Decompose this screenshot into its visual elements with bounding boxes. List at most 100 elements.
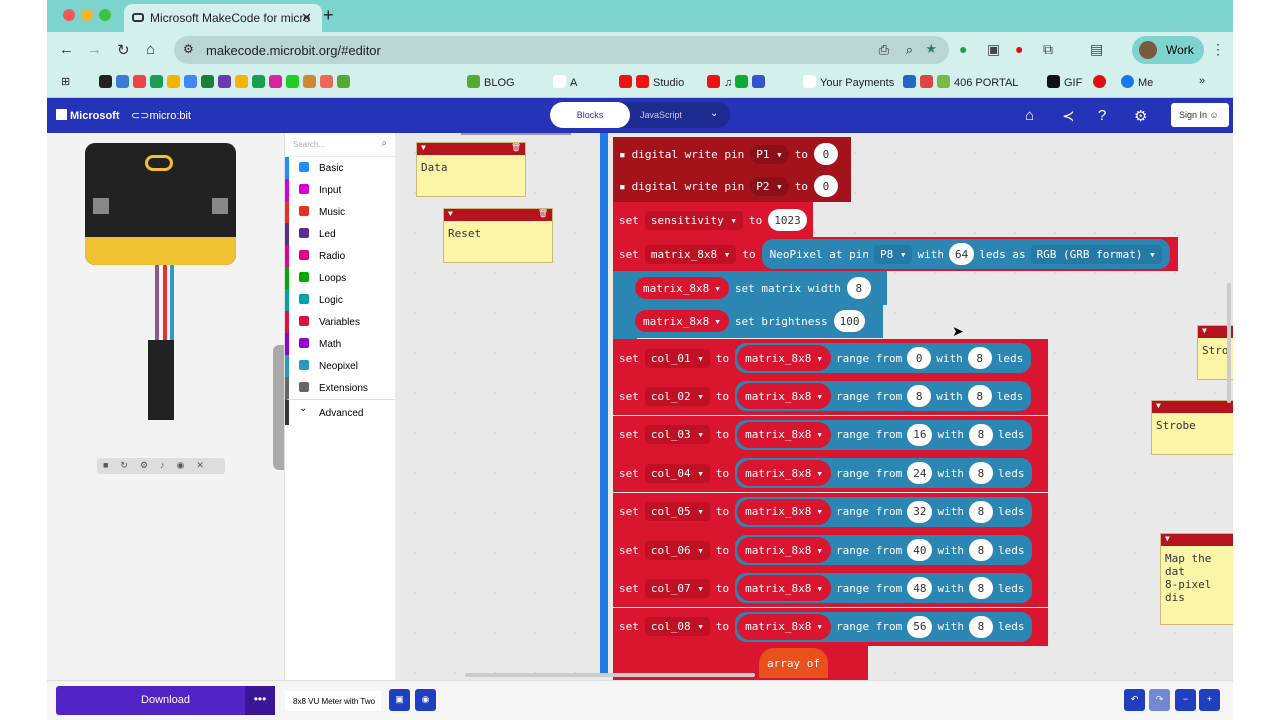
- extension-icon[interactable]: ▣: [987, 41, 1000, 58]
- button-a[interactable]: [93, 198, 109, 214]
- variable-dropdown[interactable]: col_04 ▾: [644, 463, 710, 483]
- help-icon[interactable]: ?: [1098, 107, 1106, 124]
- variable-dropdown[interactable]: matrix_8x8 ▾: [737, 575, 831, 602]
- range-count-input[interactable]: 8: [968, 462, 993, 485]
- simulator-controls[interactable]: ■↻⚙♪◉✕: [97, 458, 225, 474]
- maximize-window-button[interactable]: [99, 9, 111, 21]
- github-button[interactable]: ◉: [415, 689, 436, 711]
- variable-dropdown[interactable]: col_05 ▾: [644, 502, 710, 522]
- range-count-input[interactable]: 8: [968, 577, 993, 600]
- range-block[interactable]: matrix_8x8 ▾ range from 40 with 8 leds: [735, 535, 1033, 565]
- format-dropdown[interactable]: RGB (GRB format) ▾: [1030, 244, 1162, 264]
- set-col_03-block[interactable]: set col_03 ▾ to matrix_8x8 ▾ range from …: [613, 415, 1048, 454]
- set-brightness-block[interactable]: matrix_8x8 ▾ set brightness 100: [629, 304, 883, 338]
- comment-data[interactable]: ▼ 🗑 Data: [416, 142, 526, 197]
- variable-dropdown[interactable]: col_08 ▾: [644, 617, 710, 637]
- value-input[interactable]: 1023: [768, 209, 807, 231]
- range-count-input[interactable]: 8: [968, 615, 993, 638]
- variable-dropdown[interactable]: sensitivity ▾: [644, 210, 743, 230]
- bookmark-studio[interactable]: Studio: [619, 75, 684, 89]
- toolbox-category-radio[interactable]: Radio: [285, 245, 395, 267]
- pin-dropdown[interactable]: P1 ▾: [750, 144, 789, 164]
- variable-dropdown[interactable]: matrix_8x8 ▾: [737, 421, 831, 448]
- range-count-input[interactable]: 8: [968, 539, 993, 561]
- undo-button[interactable]: ↶: [1124, 689, 1145, 711]
- range-start-input[interactable]: 8: [907, 385, 932, 408]
- range-count-input[interactable]: 8: [967, 347, 992, 369]
- toolbox-category-advanced[interactable]: ⌄ Advanced: [285, 399, 395, 425]
- toolbox-category-basic[interactable]: Basic: [285, 157, 395, 179]
- variable-dropdown[interactable]: col_01 ▾: [644, 348, 710, 368]
- pin-dropdown[interactable]: P8 ▾: [873, 244, 913, 264]
- toolbox-category-loops[interactable]: Loops: [285, 267, 395, 289]
- toolbox-category-math[interactable]: Math: [285, 333, 395, 355]
- bookmark-pinterest[interactable]: [1093, 75, 1110, 89]
- variable-dropdown[interactable]: matrix_8x8 ▾: [737, 537, 831, 563]
- variable-dropdown[interactable]: matrix_8x8 ▾: [635, 310, 729, 332]
- redo-button[interactable]: ↷: [1149, 689, 1170, 711]
- reload-button[interactable]: ↻: [117, 41, 130, 59]
- bookmark-your-payments[interactable]: Your Payments: [803, 75, 894, 89]
- set-col_06-block[interactable]: set col_06 ▾ to matrix_8x8 ▾ range from …: [613, 531, 1048, 569]
- range-start-input[interactable]: 32: [907, 500, 933, 523]
- variable-dropdown[interactable]: matrix_8x8 ▾: [737, 613, 831, 640]
- close-tab-icon[interactable]: ✕: [301, 10, 312, 26]
- address-bar[interactable]: ⚙ makecode.microbit.org/#editor ⎙ ⌕ ★: [174, 36, 949, 64]
- bookmark-star-icon[interactable]: ★: [925, 41, 937, 57]
- simulator-collapse-handle[interactable]: [273, 345, 284, 470]
- range-start-input[interactable]: 48: [907, 577, 933, 600]
- variable-dropdown[interactable]: matrix_8x8 ▾: [737, 383, 831, 410]
- vertical-scrollbar[interactable]: [1227, 283, 1231, 403]
- variable-dropdown[interactable]: col_06 ▾: [644, 540, 710, 560]
- site-info-icon[interactable]: ⚙: [183, 42, 194, 56]
- variable-dropdown[interactable]: matrix_8x8 ▾: [644, 244, 737, 264]
- home-icon[interactable]: ⌂: [1025, 107, 1034, 124]
- value-input[interactable]: 100: [833, 310, 866, 332]
- extensions-puzzle-icon[interactable]: ⧉: [1043, 41, 1053, 58]
- set-col_04-block[interactable]: set col_04 ▾ to matrix_8x8 ▾ range from …: [613, 454, 1048, 493]
- variable-dropdown[interactable]: matrix_8x8 ▾: [737, 498, 831, 525]
- range-block[interactable]: matrix_8x8 ▾ range from 48 with 8 leds: [735, 573, 1033, 604]
- browser-tab[interactable]: Microsoft MakeCode for micro ✕: [124, 4, 322, 32]
- new-tab-button[interactable]: +: [323, 5, 334, 26]
- range-start-input[interactable]: 0: [907, 347, 932, 369]
- range-start-input[interactable]: 40: [907, 539, 933, 561]
- home-button[interactable]: ⌂: [146, 41, 155, 58]
- share-icon[interactable]: ≺: [1062, 107, 1075, 125]
- neopixel-create-block[interactable]: NeoPixel at pin P8 ▾ with 64 leds as RGB (GRB…: [761, 239, 1170, 269]
- close-window-button[interactable]: [63, 9, 75, 21]
- comment-strobe-2[interactable]: ▼ Strobe: [1151, 400, 1233, 455]
- set-col_07-block[interactable]: set col_07 ▾ to matrix_8x8 ▾ range from …: [613, 569, 1048, 608]
- forward-button[interactable]: →: [87, 41, 102, 58]
- digital-write-block[interactable]: ▪ digital write pin P2 ▾ to 0: [613, 170, 851, 202]
- bookmark-amazon[interactable]: A: [553, 75, 577, 89]
- save-button[interactable]: ▣: [389, 689, 410, 711]
- range-count-input[interactable]: 8: [968, 423, 993, 446]
- download-button[interactable]: Download •••: [56, 686, 275, 715]
- zoom-in-button[interactable]: +: [1199, 689, 1220, 711]
- search-input[interactable]: Search... ⌕: [285, 133, 395, 157]
- toolbox-category-input[interactable]: Input: [285, 179, 395, 201]
- chevron-down-icon[interactable]: ⌄: [710, 108, 718, 119]
- project-name-input[interactable]: 8x8 VU Meter with Two: [285, 691, 381, 711]
- set-col_02-block[interactable]: set col_02 ▾ to matrix_8x8 ▾ range from …: [613, 377, 1048, 416]
- button-b[interactable]: [212, 198, 228, 214]
- tab-javascript[interactable]: JavaScript: [640, 110, 682, 120]
- apps-grid-icon[interactable]: ⊞: [61, 75, 70, 88]
- range-block[interactable]: matrix_8x8 ▾ range from 24 with 8 leds: [735, 458, 1033, 489]
- toolbox-category-music[interactable]: Music: [285, 201, 395, 223]
- bookmark-blog[interactable]: BLOG: [467, 75, 515, 89]
- range-block[interactable]: matrix_8x8 ▾ range from 56 with 8 leds: [735, 611, 1033, 642]
- bookmark-music[interactable]: ♫: [707, 75, 769, 89]
- gear-icon[interactable]: ⚙: [1134, 107, 1147, 125]
- set-col_08-block[interactable]: set col_08 ▾ to matrix_8x8 ▾ range from …: [613, 607, 1048, 646]
- set-col_01-block[interactable]: set col_01 ▾ to matrix_8x8 ▾ range from …: [613, 339, 1048, 377]
- toolbox-category-logic[interactable]: Logic: [285, 289, 395, 311]
- comment-map[interactable]: ▼ Map the dat 8-pixel dis: [1160, 533, 1233, 625]
- value-input[interactable]: 8: [846, 277, 871, 299]
- back-button[interactable]: ←: [59, 41, 74, 58]
- bookmark-icons[interactable]: [99, 75, 354, 89]
- variable-dropdown[interactable]: matrix_8x8 ▾: [737, 460, 831, 487]
- menu-kebab-icon[interactable]: ⋮: [1211, 41, 1225, 58]
- microbit-logo[interactable]: ⊂⊃micro:bit: [131, 109, 191, 122]
